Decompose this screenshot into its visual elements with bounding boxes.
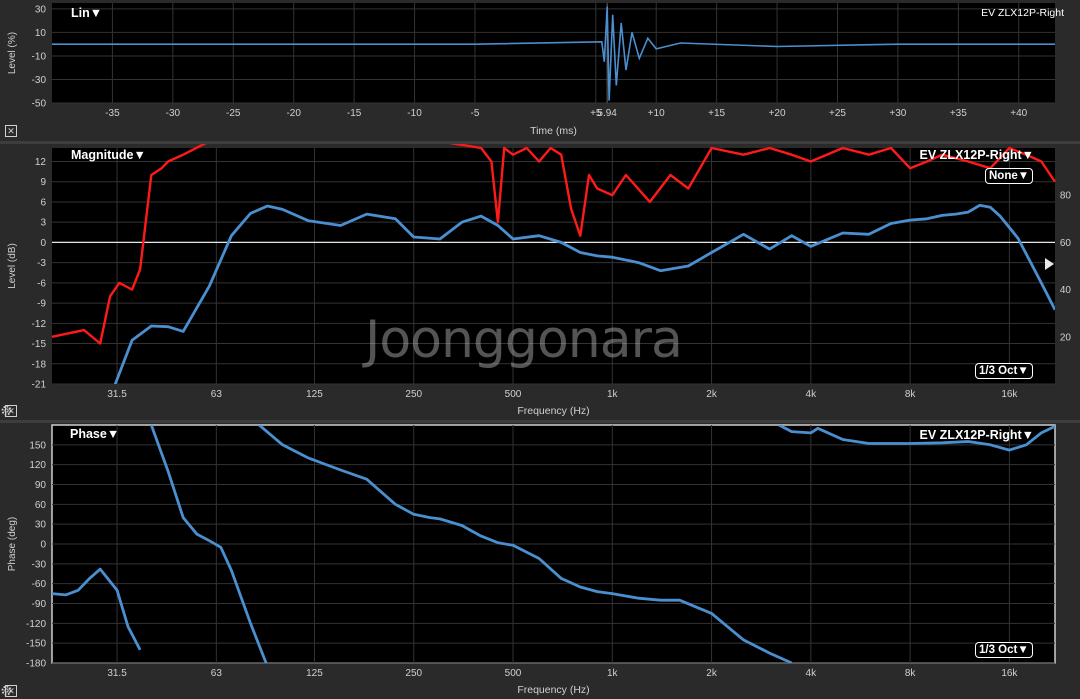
y-tick-label: -12 [32, 319, 47, 330]
y-tick-label: -30 [32, 75, 47, 86]
y2-tick-label: 40 [1060, 285, 1072, 296]
x-tick-label: 31.5 [107, 389, 127, 400]
x-tick-label: 1k [607, 389, 619, 400]
smoothing-button[interactable]: 1/3 Oct▼ [975, 642, 1033, 658]
phase-chart: 150 120 90 60 30 0 -30 -60 -90 -120 -150 -180 31.5 63… [7, 424, 1056, 696]
coherence-mode-button[interactable]: None▼ [985, 168, 1034, 184]
x-tick-label: 2k [706, 668, 718, 679]
y-tick-label: -90 [32, 599, 47, 610]
y-tick-label: -30 [32, 559, 47, 570]
y-tick-label: -120 [26, 619, 46, 630]
y-tick-label: 0 [40, 540, 46, 551]
x-tick-label: 63 [211, 668, 223, 679]
y-tick-label: 90 [35, 480, 47, 491]
trace-select-button[interactable]: EV ZLX12P-Right▼ [920, 148, 1034, 162]
gear-icon[interactable] [0, 404, 13, 417]
y-tick-label: -21 [32, 380, 47, 391]
x-tick-label: +10 [648, 108, 665, 119]
y-tick-label: 150 [29, 440, 46, 451]
y-tick-label: 10 [35, 28, 47, 39]
plot-area [52, 148, 1055, 384]
x-axis-label: Time (ms) [530, 125, 577, 137]
x-tick-label: 8k [905, 668, 917, 679]
x-tick-label: 16k [1001, 389, 1018, 400]
x-tick-label: 250 [405, 389, 422, 400]
x-tick-label: 125 [306, 389, 323, 400]
x-tick-label: +30 [889, 108, 906, 119]
magnitude-chart: 129630-3-6-9-12-15-18-2131.5 63 125 250 500 1… [7, 144, 1072, 417]
y-tick-label: -150 [26, 639, 46, 650]
plot-area [52, 3, 1055, 103]
x-tick-label: -5 [470, 108, 479, 119]
x-tick-label: 4k [806, 389, 818, 400]
x-tick-label: +40 [1010, 108, 1027, 119]
y-tick-label: 6 [40, 197, 46, 208]
close-icon[interactable]: ✕ [5, 125, 17, 137]
y-tick-label: -15 [32, 339, 47, 350]
x-tick-label: +20 [769, 108, 786, 119]
y-tick-label: 0 [40, 238, 46, 249]
x-tick-label: 31.5 [107, 668, 127, 679]
x-axis-label: Frequency (Hz) [517, 405, 589, 417]
x-tick-label: +35 [950, 108, 967, 119]
x-tick-label: 2k [706, 389, 718, 400]
x-tick-label: -15 [347, 108, 362, 119]
phase-menu-button[interactable]: Phase▼ [70, 427, 119, 441]
x-axis-label: Frequency (Hz) [517, 684, 589, 696]
y-tick-label: 30 [35, 4, 47, 15]
y-tick-label: 60 [35, 500, 47, 511]
x-tick-label: 8k [905, 389, 917, 400]
x-tick-label: 500 [505, 668, 522, 679]
x-tick-label: -35 [105, 108, 120, 119]
scale-mode-button[interactable]: Lin▼ [71, 6, 102, 20]
x-tick-label: +25 [829, 108, 846, 119]
smoothing-button[interactable]: 1/3 Oct▼ [975, 363, 1033, 379]
x-tick-label: 250 [405, 668, 422, 679]
x-tick-label: 63 [211, 389, 223, 400]
y-axis-label: Level (%) [7, 32, 18, 74]
y-tick-label: -50 [32, 99, 47, 110]
x-tick-label: -10 [407, 108, 422, 119]
y2-tick-label: 60 [1060, 238, 1072, 249]
y-tick-label: 30 [35, 520, 47, 531]
x-tick-label: -20 [286, 108, 301, 119]
y-tick-label: -60 [32, 579, 47, 590]
y2-tick-label: 20 [1060, 332, 1072, 343]
y-tick-label: 12 [35, 157, 47, 168]
x-tick-label: +5 [590, 108, 602, 119]
y-axis-label: Phase (deg) [7, 517, 18, 571]
x-tick-label: +15 [708, 108, 725, 119]
y2-tick-label: 80 [1060, 191, 1072, 202]
trace-name: EV ZLX12P-Right [981, 7, 1064, 19]
y-tick-label: -18 [32, 359, 47, 370]
x-tick-label: -30 [166, 108, 181, 119]
magnitude-menu-button[interactable]: Magnitude▼ [71, 148, 146, 162]
y-tick-label: 120 [29, 460, 46, 471]
x-tick-label: 125 [306, 668, 323, 679]
scroll-handle[interactable] [1045, 258, 1054, 270]
y-tick-label: 9 [40, 177, 46, 188]
y-tick-label: -3 [37, 258, 46, 269]
x-tick-label: 16k [1001, 668, 1018, 679]
x-tick-label: 500 [505, 389, 522, 400]
time-chart: 3010-10-30-50-35 -30 -25 -20 -15 -10 -5 5.94+5 +… [7, 3, 1055, 137]
trace-select-button[interactable]: EV ZLX12P-Right▼ [920, 428, 1034, 442]
magnitude-panel: 12 9 6 3 0 -3 -6 -9 -12 -15 -18 -21 31.5 63 125 250 500 1… [0, 144, 1080, 420]
x-tick-label: -25 [226, 108, 241, 119]
x-tick-label: 1k [607, 668, 619, 679]
time-panel: 30 10 -10 -30 -50 -35 -30 -25 -20 -15 -10 -5 5.94 +5 +… [0, 0, 1080, 141]
y-tick-label: -9 [37, 299, 46, 310]
y-tick-label: -180 [26, 659, 46, 670]
y-axis-label: Level (dB) [7, 243, 18, 289]
y-tick-label: 3 [40, 218, 46, 229]
phase-panel: 150 120 90 60 30 0 -30 -60 -90 -120 -150 -180 31.5 63… [0, 423, 1080, 699]
y-tick-label: -6 [37, 278, 46, 289]
gear-icon[interactable] [0, 684, 13, 697]
y-tick-label: -10 [32, 51, 47, 62]
x-tick-label: 4k [806, 668, 818, 679]
